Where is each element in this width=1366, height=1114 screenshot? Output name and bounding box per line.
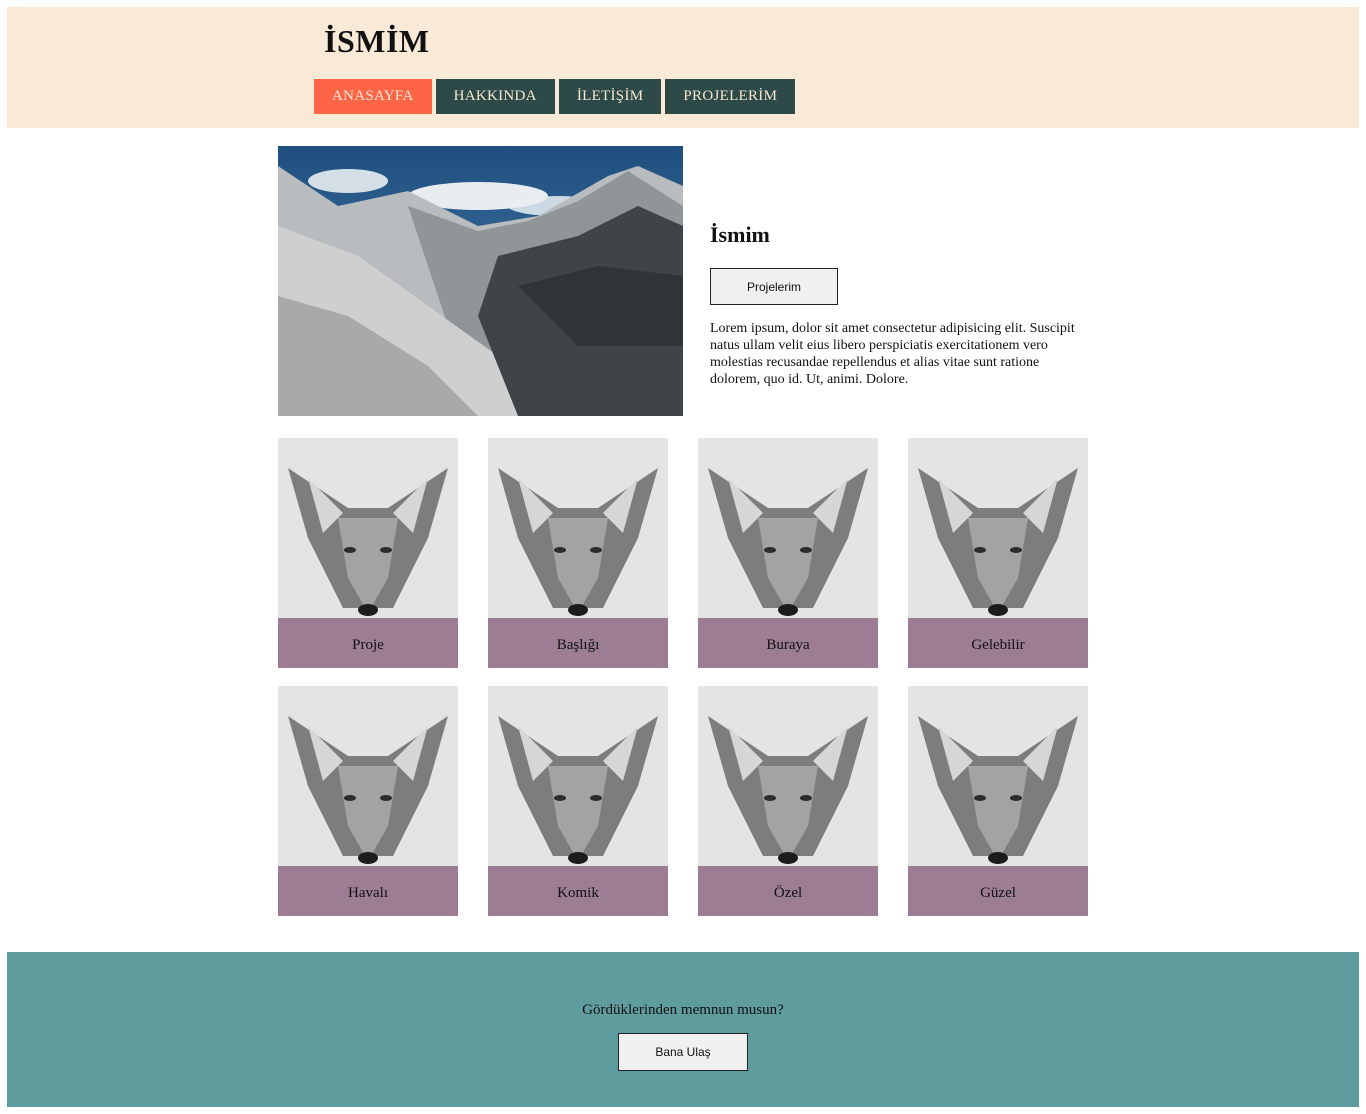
project-card[interactable]: Gelebilir bbox=[908, 438, 1088, 668]
hero-mountain-image bbox=[278, 146, 683, 416]
project-card[interactable]: Buraya bbox=[698, 438, 878, 668]
coyote-image bbox=[488, 686, 668, 866]
coyote-image bbox=[488, 438, 668, 618]
footer-question: Gördüklerinden memnun musun? bbox=[582, 1002, 784, 1018]
hero-description: Lorem ipsum, dolor sit amet consectetur … bbox=[710, 321, 1075, 387]
nav-item-anasayfa[interactable]: ANASAYFA bbox=[314, 79, 432, 114]
hero-name: İsmim bbox=[710, 222, 770, 247]
contact-button[interactable]: Bana Ulaş bbox=[618, 1033, 748, 1071]
nav-item-projelerim[interactable]: PROJELERİM bbox=[665, 79, 796, 114]
coyote-image bbox=[278, 686, 458, 866]
project-card[interactable]: Başlığı bbox=[488, 438, 668, 668]
project-card[interactable]: Havalı bbox=[278, 686, 458, 916]
coyote-image bbox=[278, 438, 458, 618]
coyote-image bbox=[908, 438, 1088, 618]
projects-button[interactable]: Projelerim bbox=[710, 268, 838, 305]
coyote-image bbox=[698, 686, 878, 866]
project-card[interactable]: Güzel bbox=[908, 686, 1088, 916]
project-label: Buraya bbox=[698, 618, 878, 668]
site-header: İSMİM ANASAYFA HAKKINDA İLETİŞİM PROJELE… bbox=[7, 7, 1359, 128]
project-label: Özel bbox=[698, 866, 878, 916]
project-label: Komik bbox=[488, 866, 668, 916]
site-title: İSMİM bbox=[324, 23, 430, 59]
project-card[interactable]: Proje bbox=[278, 438, 458, 668]
nav-item-hakkinda[interactable]: HAKKINDA bbox=[435, 79, 555, 114]
project-label: Havalı bbox=[278, 866, 458, 916]
project-label: Gelebilir bbox=[908, 618, 1088, 668]
project-label: Başlığı bbox=[488, 618, 668, 668]
coyote-image bbox=[908, 686, 1088, 866]
project-label: Güzel bbox=[908, 866, 1088, 916]
project-label: Proje bbox=[278, 618, 458, 668]
coyote-image bbox=[698, 438, 878, 618]
project-card[interactable]: Özel bbox=[698, 686, 878, 916]
nav-item-iletisim[interactable]: İLETİŞİM bbox=[558, 79, 662, 114]
project-card[interactable]: Komik bbox=[488, 686, 668, 916]
main-nav: ANASAYFA HAKKINDA İLETİŞİM PROJELERİM bbox=[314, 79, 796, 114]
site-footer: Gördüklerinden memnun musun? Bana Ulaş bbox=[7, 952, 1359, 1107]
